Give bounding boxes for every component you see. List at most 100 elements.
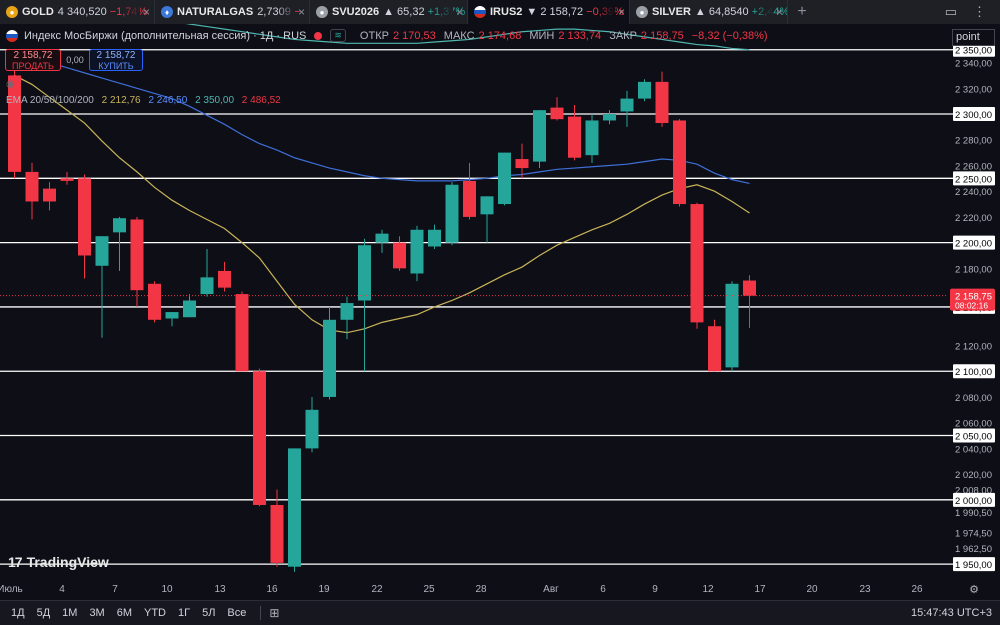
candle-body[interactable] bbox=[60, 178, 74, 181]
candle-body[interactable] bbox=[480, 196, 494, 215]
bar-countdown-label: 08:02:16 bbox=[955, 301, 988, 311]
level-price-label: 2 300,00 bbox=[955, 110, 992, 121]
timeframe-1d[interactable]: 1Д bbox=[0, 607, 31, 619]
ema200-value: 2 486,52 bbox=[241, 95, 281, 106]
timeframe-ytd[interactable]: YTD bbox=[138, 607, 172, 619]
add-tab-button[interactable]: + bbox=[788, 0, 816, 24]
candle-body[interactable] bbox=[305, 409, 319, 449]
close-icon[interactable]: × bbox=[298, 5, 305, 19]
candle-body[interactable] bbox=[95, 236, 109, 266]
candle-body[interactable] bbox=[253, 371, 266, 505]
candle-body[interactable] bbox=[323, 319, 336, 397]
level-price-label: 2 100,00 bbox=[955, 367, 992, 378]
candle-body[interactable] bbox=[725, 283, 739, 368]
y-tick-label: 1 974,50 bbox=[955, 529, 992, 540]
tab-naturalgas[interactable]: ♦ NATURALGAS 2,7309 − × bbox=[155, 0, 310, 24]
candle-body[interactable] bbox=[130, 219, 144, 291]
timeframe-all[interactable]: Все bbox=[221, 607, 252, 619]
candle-body[interactable] bbox=[585, 120, 599, 156]
timeframe-3m[interactable]: 3М bbox=[83, 607, 110, 619]
timeframe-6m[interactable]: 6М bbox=[111, 607, 138, 619]
tab-symbol: IRUS2 bbox=[490, 6, 523, 18]
timeframe-5d[interactable]: 5Д bbox=[31, 607, 57, 619]
flag-icon bbox=[6, 29, 18, 42]
sell-button[interactable]: 2 158,72 ПРОДАТЬ bbox=[5, 49, 61, 71]
x-tick-label: Авг bbox=[543, 584, 559, 595]
candle-body[interactable] bbox=[410, 229, 424, 274]
tab-price: ▲ 65,32 bbox=[383, 6, 425, 18]
candle-body[interactable] bbox=[533, 110, 546, 162]
eye-icon[interactable]: ◉ bbox=[6, 79, 15, 90]
y-tick-label: 2 080,00 bbox=[955, 393, 992, 404]
candle-body[interactable] bbox=[183, 300, 196, 318]
candle-body[interactable] bbox=[708, 326, 721, 372]
mode-box[interactable]: point bbox=[952, 29, 995, 46]
candle-body[interactable] bbox=[200, 277, 214, 295]
candle-body[interactable] bbox=[78, 178, 91, 256]
x-tick-label: 6 bbox=[600, 584, 606, 595]
tab-symbol: GOLD bbox=[22, 6, 54, 18]
close-icon[interactable]: × bbox=[456, 5, 463, 19]
level-price-label: 2 350,00 bbox=[955, 46, 992, 57]
tab-svu2026[interactable]: ● SVU2026 ▲ 65,32 +1,37% × bbox=[310, 0, 468, 24]
level-price-label: 2 050,00 bbox=[955, 432, 992, 443]
calendar-range-icon[interactable]: ⊞ bbox=[269, 606, 279, 620]
candle-body[interactable] bbox=[288, 448, 301, 567]
close-icon[interactable]: × bbox=[618, 5, 625, 19]
candle-body[interactable] bbox=[690, 204, 704, 323]
legend-change: −8,32 (−0,38%) bbox=[691, 29, 768, 42]
candle-body[interactable] bbox=[375, 233, 389, 243]
plus-icon: + bbox=[797, 3, 807, 20]
tab-price: 4 340,520 bbox=[57, 6, 107, 18]
candle-body[interactable] bbox=[25, 171, 39, 202]
timeframe-1y[interactable]: 1Г bbox=[172, 607, 196, 619]
candle-body[interactable] bbox=[673, 120, 686, 205]
tab-irus2[interactable]: IRUS2 ▼ 2 158,72 −0,39% × bbox=[468, 0, 630, 24]
candle-body[interactable] bbox=[603, 114, 616, 121]
candle-body[interactable] bbox=[235, 294, 249, 372]
layout-icon[interactable]: ▭ bbox=[945, 4, 957, 20]
close-icon[interactable]: × bbox=[143, 5, 150, 19]
candle-body[interactable] bbox=[43, 188, 56, 202]
close-icon[interactable]: × bbox=[776, 5, 783, 19]
x-tick-label: 19 bbox=[318, 584, 330, 595]
candle-body[interactable] bbox=[498, 152, 511, 205]
candle-body[interactable] bbox=[148, 283, 161, 320]
candle-body[interactable] bbox=[358, 245, 371, 301]
chart-legend: Индекс МосБиржи (дополнительная сессия) … bbox=[6, 29, 768, 42]
flame-icon: ♦ bbox=[161, 6, 173, 18]
candle-body[interactable] bbox=[393, 242, 406, 269]
x-tick-label: 28 bbox=[475, 584, 487, 595]
tradingview-app: ● GOLD 4 340,520 −1,74% × ♦ NATURALGAS 2… bbox=[0, 0, 1000, 625]
candle-body[interactable] bbox=[428, 229, 441, 247]
candle-body[interactable] bbox=[463, 180, 476, 217]
candle-body[interactable] bbox=[638, 81, 651, 99]
candle-body[interactable] bbox=[550, 107, 564, 120]
more-icon[interactable]: ⋮ bbox=[973, 4, 986, 20]
candle-body[interactable] bbox=[218, 270, 231, 288]
y-tick-label: 2 040,00 bbox=[955, 444, 992, 455]
candle-body[interactable] bbox=[568, 116, 581, 158]
indicator-toggle-icon[interactable]: ≋ bbox=[330, 29, 346, 42]
candle-body[interactable] bbox=[620, 98, 634, 112]
candle-body[interactable] bbox=[270, 504, 284, 563]
candle-body[interactable] bbox=[340, 303, 354, 320]
tab-gold[interactable]: ● GOLD 4 340,520 −1,74% × bbox=[0, 0, 155, 24]
x-tick-label: 4 bbox=[59, 584, 65, 595]
candle-body[interactable] bbox=[165, 312, 179, 319]
y-tick-label: 1 962,50 bbox=[955, 544, 992, 555]
candle-body[interactable] bbox=[113, 218, 126, 233]
candle-body[interactable] bbox=[515, 159, 529, 169]
x-tick-label: 23 bbox=[859, 584, 871, 595]
timeframe-1m[interactable]: 1М bbox=[56, 607, 83, 619]
x-tick-label: Июль bbox=[0, 584, 23, 595]
timeframe-5y[interactable]: 5Л bbox=[196, 607, 221, 619]
price-chart[interactable]: 2 360,002 340,002 320,002 280,002 260,00… bbox=[0, 24, 1000, 600]
tab-silver[interactable]: ● SILVER ▲ 64,8540 +2,44% × bbox=[630, 0, 788, 24]
spread-value: 0,00 bbox=[66, 55, 84, 65]
buy-button[interactable]: 2 158,72 КУПИТЬ bbox=[89, 49, 143, 71]
settings-gear-icon[interactable]: ⚙ bbox=[969, 583, 979, 596]
candle-body[interactable] bbox=[743, 280, 756, 296]
candle-body[interactable] bbox=[445, 184, 459, 243]
candle-body[interactable] bbox=[655, 81, 669, 124]
